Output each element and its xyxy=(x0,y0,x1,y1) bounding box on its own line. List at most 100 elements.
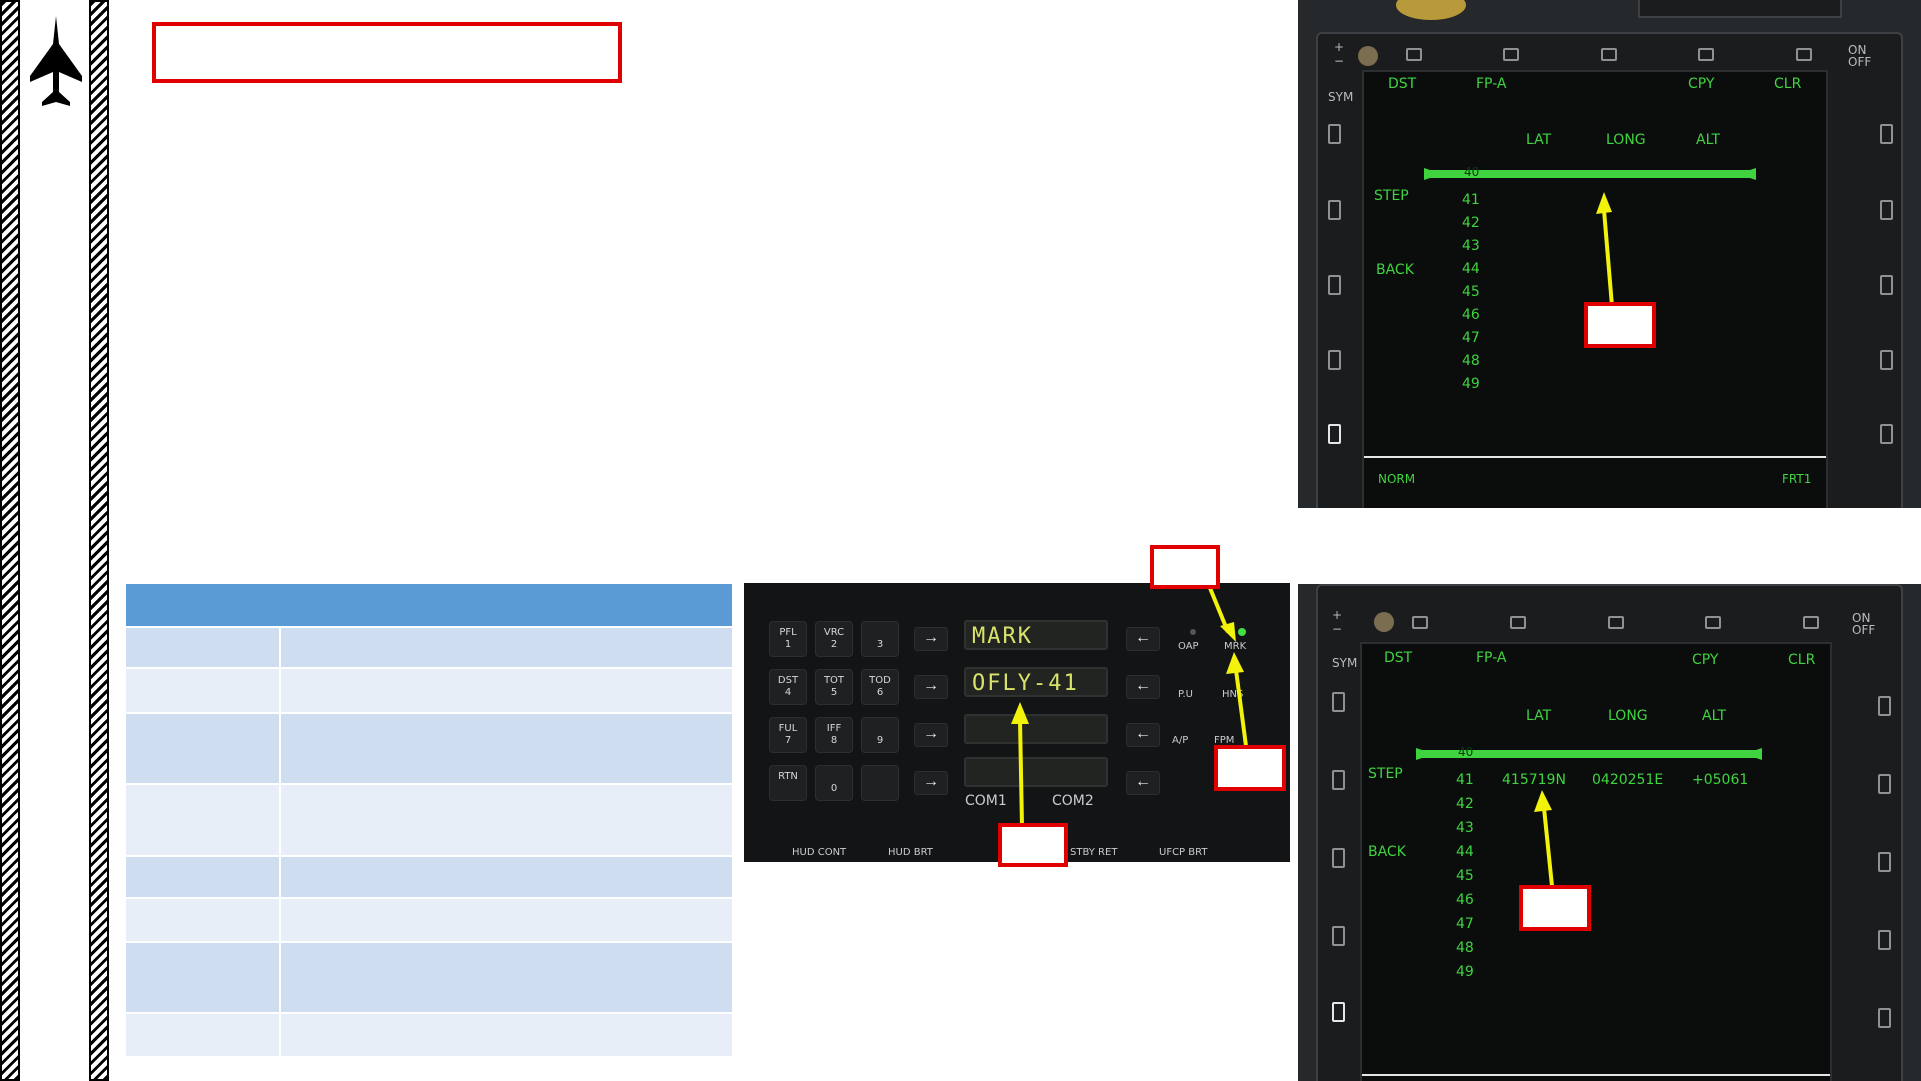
sym-label: SYM xyxy=(1332,656,1358,670)
table-row xyxy=(126,712,732,783)
step-right-marker xyxy=(1738,168,1756,180)
key-blank[interactable] xyxy=(861,765,899,801)
gear-icon[interactable] xyxy=(1358,46,1378,66)
table-row xyxy=(126,626,732,667)
osb-right-3[interactable] xyxy=(1878,852,1891,872)
mfd-bottom-bezel: + − ON OFF SYM DST FP-A CPY CLR LAT LONG … xyxy=(1316,584,1903,1081)
label-cpy: CPY xyxy=(1688,76,1715,92)
label-clr: CLR xyxy=(1788,652,1816,668)
key-0[interactable]: 0 xyxy=(815,765,853,801)
osb-left-4[interactable] xyxy=(1328,350,1341,370)
line2-left-arrow-button[interactable]: → xyxy=(914,675,948,699)
osb-left-3[interactable] xyxy=(1332,848,1345,868)
brightness-knob-icon xyxy=(1396,0,1466,20)
osb-top-1[interactable] xyxy=(1412,616,1428,629)
key-tod-6[interactable]: TOD 6 xyxy=(861,669,899,705)
table-row xyxy=(126,941,732,1012)
step-45: 45 xyxy=(1456,868,1474,884)
header-alt: ALT xyxy=(1702,708,1727,724)
callout-box-mrk xyxy=(1150,545,1220,589)
stby-ret-label: STBY RET xyxy=(1070,847,1118,858)
label-norm: NORM xyxy=(1378,472,1416,486)
plus-minus-label: + − xyxy=(1332,608,1343,636)
step-44: 44 xyxy=(1456,844,1474,860)
table-row xyxy=(126,667,732,712)
osb-left-1[interactable] xyxy=(1328,124,1341,144)
osb-top-3[interactable] xyxy=(1601,48,1617,61)
osb-left-5[interactable] xyxy=(1332,1002,1345,1022)
osb-right-3[interactable] xyxy=(1880,275,1893,295)
osb-right-4[interactable] xyxy=(1880,350,1893,370)
step-left-marker xyxy=(1416,748,1434,760)
header-long: LONG xyxy=(1606,132,1646,148)
callout-arrow-bottom xyxy=(1534,790,1554,887)
key-iff-8[interactable]: IFF 8 xyxy=(815,717,853,753)
osb-top-1[interactable] xyxy=(1406,48,1422,61)
header-lat: LAT xyxy=(1526,708,1552,724)
osb-top-4[interactable] xyxy=(1698,48,1714,61)
osb-top-5[interactable] xyxy=(1796,48,1812,61)
key-rtn[interactable]: RTN xyxy=(769,765,807,801)
osb-right-5[interactable] xyxy=(1878,1008,1891,1028)
table-row xyxy=(126,897,732,941)
osb-top-5[interactable] xyxy=(1803,616,1819,629)
upper-housing xyxy=(1638,0,1842,18)
step-41: 41 xyxy=(1456,772,1474,788)
osb-right-2[interactable] xyxy=(1878,774,1891,794)
osb-top-3[interactable] xyxy=(1608,616,1624,629)
info-table xyxy=(126,584,732,1056)
osb-left-5[interactable] xyxy=(1328,424,1341,444)
key-vrc-2[interactable]: VRC 2 xyxy=(815,621,853,657)
step-48: 48 xyxy=(1456,940,1474,956)
key-tot-5[interactable]: TOT 5 xyxy=(815,669,853,705)
right-hatch-bar xyxy=(89,0,109,1081)
line4-left-arrow-button[interactable]: → xyxy=(914,771,948,795)
osb-left-3[interactable] xyxy=(1328,275,1341,295)
osb-left-2[interactable] xyxy=(1332,770,1345,790)
callout-box-bottom xyxy=(1519,885,1591,931)
osb-right-4[interactable] xyxy=(1878,930,1891,950)
label-fpa: FP-A xyxy=(1476,76,1507,92)
callout-arrows-ufc xyxy=(1011,587,1248,827)
osb-right-1[interactable] xyxy=(1878,696,1891,716)
key-9[interactable]: 9 xyxy=(861,717,899,753)
bottom-line xyxy=(1362,1074,1830,1076)
osb-left-4[interactable] xyxy=(1332,926,1345,946)
line1-left-arrow-button[interactable]: → xyxy=(914,627,948,651)
label-frt1: FRT1 xyxy=(1782,472,1812,486)
table-row xyxy=(126,855,732,897)
key-3[interactable]: 3 xyxy=(861,621,899,657)
mfd-bottom-screen: DST FP-A CPY CLR LAT LONG ALT STEP BACK … xyxy=(1360,642,1832,1081)
osb-top-4[interactable] xyxy=(1705,616,1721,629)
callout-box-top xyxy=(1584,302,1656,348)
step-43: 43 xyxy=(1462,238,1480,254)
osb-right-2[interactable] xyxy=(1880,200,1893,220)
left-hatch-bar xyxy=(0,0,20,1081)
osb-top-2[interactable] xyxy=(1510,616,1526,629)
mfd-bottom-panel: + − ON OFF SYM DST FP-A CPY CLR LAT LONG … xyxy=(1298,584,1921,1081)
osb-left-1[interactable] xyxy=(1332,692,1345,712)
table-row xyxy=(126,783,732,855)
header-long: LONG xyxy=(1608,708,1648,724)
label-back: BACK xyxy=(1376,262,1414,278)
key-pfl-1[interactable]: PFL 1 xyxy=(769,621,807,657)
on-off-label: ON OFF xyxy=(1848,43,1872,69)
step-42: 42 xyxy=(1462,215,1480,231)
step-46: 46 xyxy=(1462,307,1480,323)
osb-left-2[interactable] xyxy=(1328,200,1341,220)
osb-top-2[interactable] xyxy=(1503,48,1519,61)
selected-step-number: 40 xyxy=(1464,165,1480,179)
header-lat: LAT xyxy=(1526,132,1552,148)
header-alt: ALT xyxy=(1696,132,1721,148)
plus-minus-label: + − xyxy=(1334,40,1345,68)
osb-right-5[interactable] xyxy=(1880,424,1893,444)
step-48: 48 xyxy=(1462,353,1480,369)
line3-left-arrow-button[interactable]: → xyxy=(914,723,948,747)
gear-icon[interactable] xyxy=(1374,612,1394,632)
osb-right-1[interactable] xyxy=(1880,124,1893,144)
key-ful-7[interactable]: FUL 7 xyxy=(769,717,807,753)
key-dst-4[interactable]: DST 4 xyxy=(769,669,807,705)
on-off-label: ON OFF xyxy=(1852,611,1876,637)
step-45: 45 xyxy=(1462,284,1480,300)
bottom-line xyxy=(1364,456,1826,458)
